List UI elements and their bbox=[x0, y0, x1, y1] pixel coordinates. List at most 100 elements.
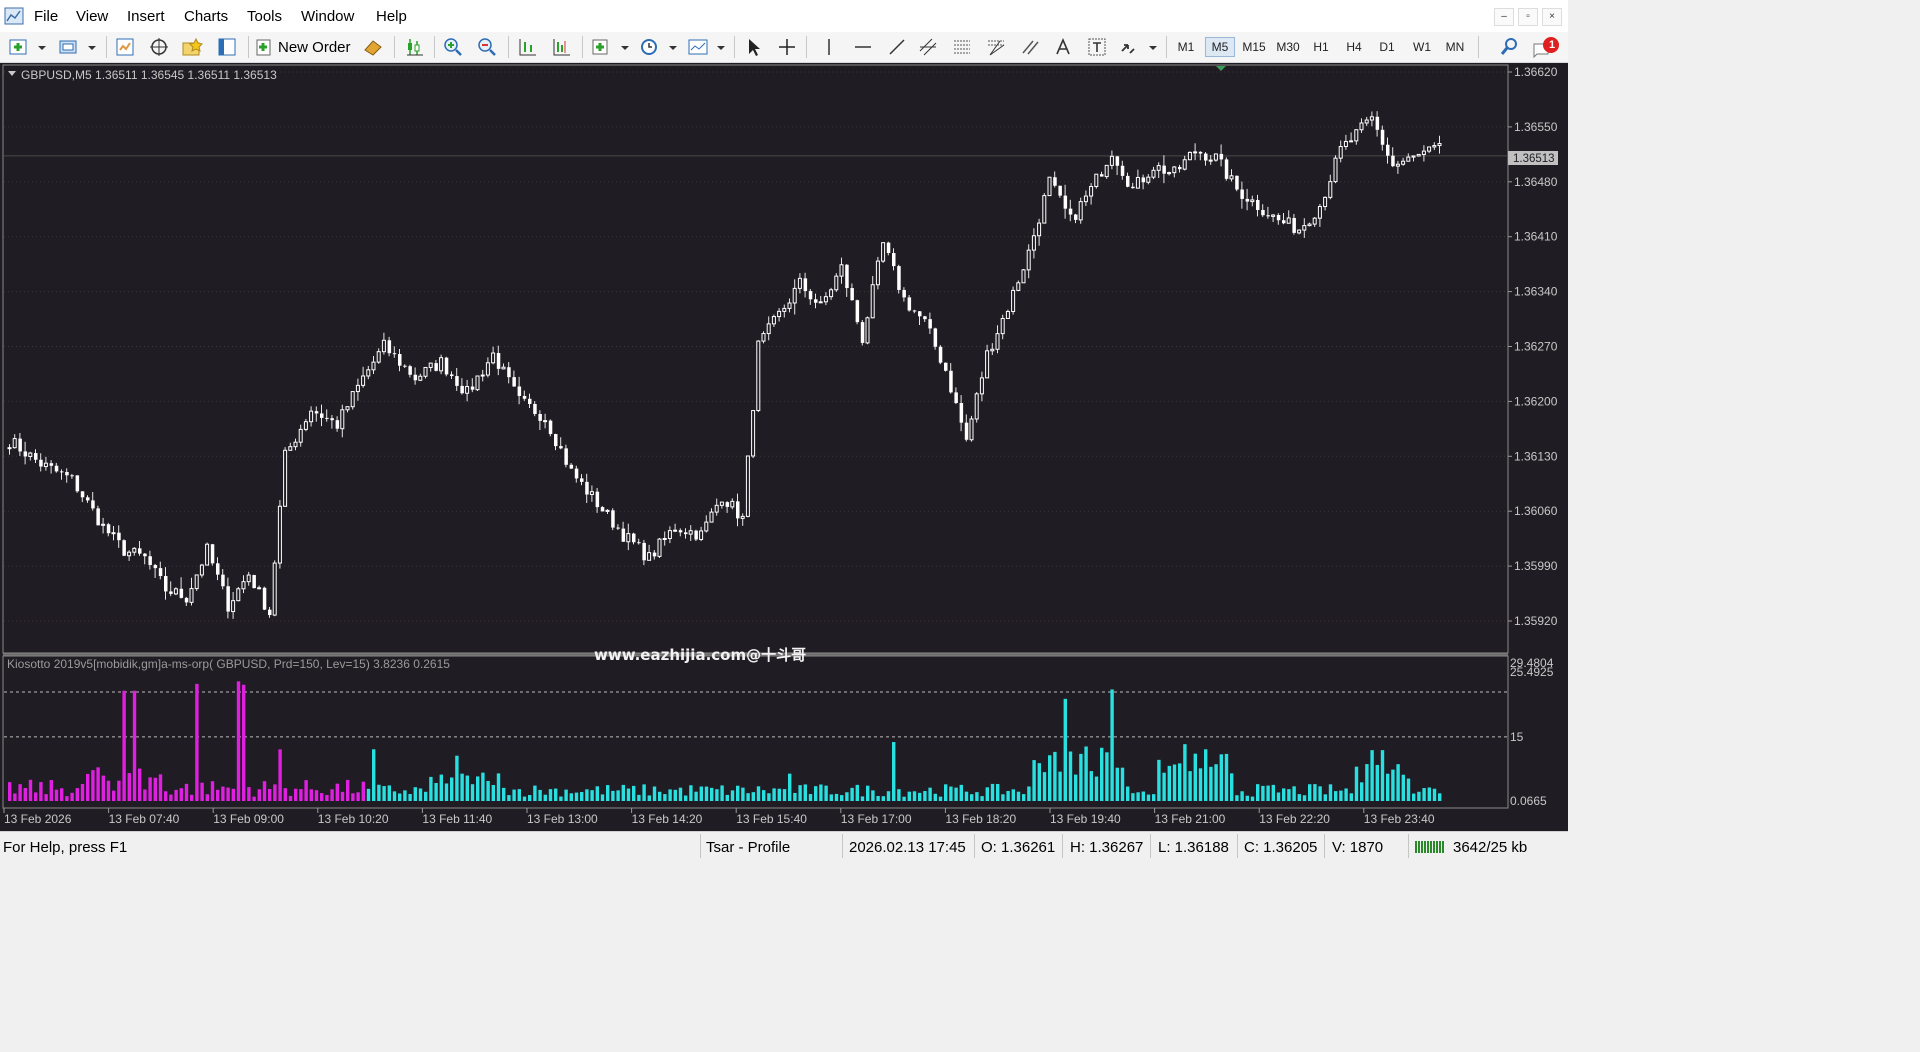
menu-bar: File View Insert Charts Tools Window Hel… bbox=[0, 0, 1568, 33]
zoom-in-button[interactable] bbox=[440, 35, 466, 59]
channel-icon bbox=[919, 38, 937, 56]
histogram-bar-bull bbox=[543, 794, 547, 801]
navigator-button[interactable] bbox=[180, 35, 206, 59]
minimize-button[interactable]: – bbox=[1494, 8, 1514, 26]
terminal-button[interactable] bbox=[214, 35, 240, 59]
histogram-bar-bear bbox=[190, 794, 194, 801]
close-button[interactable]: × bbox=[1542, 8, 1562, 26]
timeframe-m15[interactable]: M15 bbox=[1239, 37, 1269, 57]
fibonacci-tool[interactable] bbox=[950, 35, 976, 59]
trendline-tool[interactable] bbox=[884, 35, 910, 59]
histogram-bar-bull bbox=[1261, 785, 1265, 801]
timeframe-m1[interactable]: M1 bbox=[1171, 37, 1201, 57]
histogram-bar-bear bbox=[330, 789, 334, 801]
histogram-bar-bear bbox=[351, 793, 355, 801]
indicator-tick-label: 15 bbox=[1510, 730, 1524, 744]
fibonacci-fan-tool[interactable] bbox=[984, 35, 1010, 59]
crosshair-tool-button[interactable] bbox=[774, 35, 800, 59]
chart-canvas[interactable]: 1.36620 1.36550 1.36480 1.36410 1.36340 1.362… bbox=[0, 63, 1568, 831]
price-tick-label: 1.36130 bbox=[1514, 449, 1558, 463]
new-chart-button[interactable] bbox=[6, 35, 50, 59]
histogram-bar-bull bbox=[850, 787, 854, 801]
menu-charts[interactable]: Charts bbox=[184, 8, 228, 25]
menu-view[interactable]: View bbox=[76, 8, 108, 25]
text-tool[interactable] bbox=[1050, 35, 1076, 59]
new-order-button[interactable]: New Order bbox=[254, 35, 358, 59]
timeframe-h1[interactable]: H1 bbox=[1306, 37, 1336, 57]
menu-insert[interactable]: Insert bbox=[127, 8, 165, 25]
horizontal-line-tool[interactable] bbox=[850, 35, 876, 59]
current-price-tag: 1.36513 bbox=[1508, 151, 1558, 165]
candle bbox=[1187, 151, 1192, 161]
histogram-bar-bear bbox=[299, 789, 303, 801]
histogram-bar-bull bbox=[814, 786, 818, 801]
zoom-out-button[interactable] bbox=[474, 35, 500, 59]
menu-help[interactable]: Help bbox=[376, 8, 407, 25]
vertical-line-icon bbox=[828, 39, 830, 55]
histogram-bar-bull bbox=[392, 791, 397, 801]
histogram-bar-bull bbox=[782, 789, 787, 801]
candle bbox=[865, 316, 870, 345]
timeframe-m30[interactable]: M30 bbox=[1273, 37, 1303, 57]
timeframe-mn[interactable]: MN bbox=[1440, 37, 1470, 57]
chart-window[interactable]: 1.36620 1.36550 1.36480 1.36410 1.36340 1.362… bbox=[0, 63, 1568, 831]
vertical-line-tool[interactable] bbox=[816, 35, 842, 59]
data-window-button[interactable] bbox=[146, 35, 172, 59]
histogram-bar-bull bbox=[730, 790, 735, 801]
bar-chart-button[interactable] bbox=[402, 35, 428, 59]
timeframe-m5[interactable]: M5 bbox=[1205, 37, 1235, 57]
histogram-bar-bull bbox=[1037, 763, 1041, 801]
menu-tools[interactable]: Tools bbox=[247, 8, 282, 25]
periods-button[interactable] bbox=[636, 35, 680, 59]
histogram-bar-bear bbox=[216, 789, 220, 801]
notifications-button[interactable]: 1 bbox=[1530, 35, 1562, 59]
equidistant-channel-tool[interactable] bbox=[916, 35, 942, 59]
candle bbox=[194, 574, 199, 591]
candle bbox=[1224, 157, 1229, 181]
histogram-bar-bear bbox=[335, 783, 339, 801]
timeframe-w1[interactable]: W1 bbox=[1407, 37, 1437, 57]
market-watch-button[interactable] bbox=[112, 35, 138, 59]
menu-window[interactable]: Window bbox=[301, 8, 354, 25]
histogram-bar-bull bbox=[658, 791, 662, 801]
market-watch-icon bbox=[116, 38, 134, 56]
candle bbox=[974, 392, 979, 423]
profiles-button[interactable] bbox=[56, 35, 100, 59]
histogram-bar-bull bbox=[1048, 755, 1052, 801]
cursor-tool-button[interactable] bbox=[740, 35, 766, 59]
price-tick-label: 1.36060 bbox=[1514, 504, 1558, 518]
templates-button[interactable] bbox=[684, 35, 728, 59]
histogram-bar-bull bbox=[897, 789, 901, 801]
chart-shift-button[interactable] bbox=[548, 35, 574, 59]
restore-button[interactable]: ▫ bbox=[1518, 8, 1538, 26]
crosshair-icon bbox=[779, 39, 795, 55]
histogram-bar-bear bbox=[314, 790, 319, 801]
histogram-bar-bull bbox=[1100, 747, 1104, 801]
histogram-bar-bear bbox=[23, 787, 27, 801]
menu-file[interactable]: File bbox=[34, 8, 58, 25]
search-button[interactable] bbox=[1496, 35, 1522, 59]
autotrading-button[interactable] bbox=[360, 35, 386, 59]
candle bbox=[745, 455, 750, 518]
histogram-bar-bull bbox=[938, 796, 943, 801]
histogram-bar-bull bbox=[834, 793, 839, 801]
time-tick-label: 13 Feb 21:00 bbox=[1155, 812, 1226, 826]
timeframe-h4[interactable]: H4 bbox=[1339, 37, 1369, 57]
histogram-bar-bull bbox=[1120, 767, 1125, 801]
histogram-bar-bear bbox=[231, 788, 235, 801]
arrows-tool[interactable] bbox=[1116, 35, 1160, 59]
histogram-bar-bear bbox=[65, 796, 69, 801]
histogram-bar-bull bbox=[1438, 793, 1442, 801]
parallel-lines-tool[interactable] bbox=[1018, 35, 1044, 59]
histogram-bar-bull bbox=[1318, 786, 1322, 801]
autoscroll-button[interactable] bbox=[514, 35, 540, 59]
histogram-bar-bear bbox=[247, 787, 251, 801]
text-label-tool[interactable] bbox=[1084, 35, 1110, 59]
candle bbox=[1235, 175, 1239, 192]
timeframe-d1[interactable]: D1 bbox=[1372, 37, 1402, 57]
histogram-bar-bull bbox=[382, 786, 386, 801]
status-profile[interactable]: Tsar - Profile bbox=[706, 839, 790, 856]
indicators-button[interactable] bbox=[588, 35, 632, 59]
histogram-bar-bull bbox=[663, 794, 667, 801]
histogram-bar-bear bbox=[70, 792, 74, 801]
